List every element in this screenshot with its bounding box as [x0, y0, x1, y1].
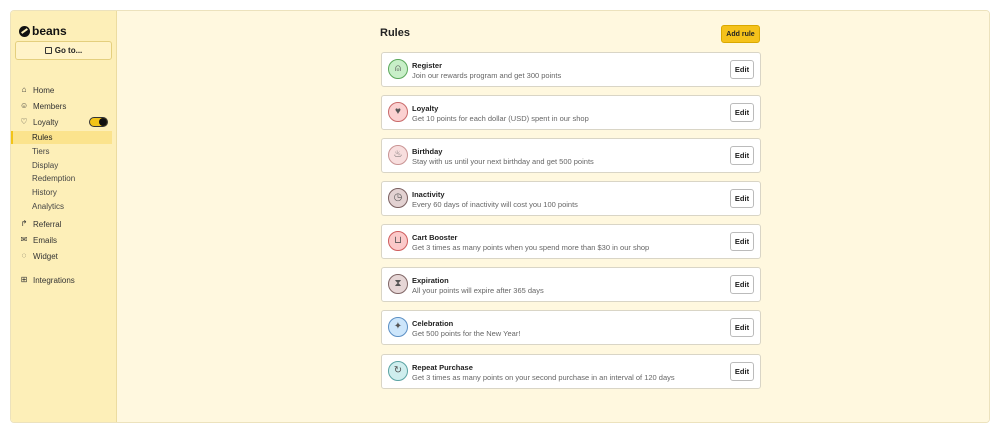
edit-button[interactable]: Edit	[730, 189, 754, 208]
sidebar-item-analytics[interactable]: Analytics	[11, 200, 112, 213]
rule-card-register: ⍝ Register Join our rewards program and …	[381, 52, 761, 87]
add-rule-button[interactable]: Add rule	[721, 25, 760, 43]
sidebar-item-referral[interactable]: ↱ Referral	[11, 217, 116, 231]
edit-button[interactable]: Edit	[730, 60, 754, 79]
window-icon	[44, 47, 52, 54]
person-icon: ⍝	[388, 59, 408, 79]
rule-description: Get 3 times as many points on your secon…	[412, 373, 675, 382]
sidebar-item-display[interactable]: Display	[11, 159, 112, 172]
rule-title: Expiration	[412, 276, 449, 285]
rule-description: Every 60 days of inactivity will cost yo…	[412, 200, 578, 209]
goto-label: Go to...	[54, 46, 83, 55]
heart-icon: ♡	[20, 117, 28, 126]
sidebar-item-tiers[interactable]: Tiers	[11, 145, 112, 158]
brand-name: beans	[32, 24, 67, 38]
rule-card-repeat-purchase: ↻ Repeat Purchase Get 3 times as many po…	[381, 354, 761, 389]
toggle-knob	[99, 118, 107, 126]
edit-button[interactable]: Edit	[730, 103, 754, 122]
edit-button[interactable]: Edit	[730, 362, 754, 381]
repeat-icon: ↻	[388, 361, 408, 381]
brand-logo[interactable]: beans	[19, 24, 67, 38]
rule-title: Inactivity	[412, 190, 445, 199]
rule-card-inactivity: ◷ Inactivity Every 60 days of inactivity…	[381, 181, 761, 216]
rule-description: All your points will expire after 365 da…	[412, 286, 544, 295]
sidebar-item-emails[interactable]: ✉ Emails	[11, 233, 116, 247]
sidebar: beans Go to... ⌂ Home ☺ Members ♡ Loyalt…	[11, 11, 117, 422]
rule-description: Get 500 points for the New Year!	[412, 329, 521, 338]
loyalty-toggle[interactable]	[89, 117, 108, 127]
chat-bubble-icon: ◌	[21, 251, 27, 260]
edit-button[interactable]: Edit	[730, 232, 754, 251]
rule-title: Register	[412, 61, 443, 70]
rule-card-expiration: ⧗ Expiration All your points will expire…	[381, 267, 761, 302]
sidebar-item-rules[interactable]: Rules	[11, 131, 112, 144]
edit-button[interactable]: Edit	[730, 318, 754, 337]
sidebar-item-history[interactable]: History	[11, 186, 112, 199]
rule-card-celebration: ✦ Celebration Get 500 points for the New…	[381, 310, 761, 345]
heart-icon: ♥	[388, 102, 408, 122]
rule-title: Repeat Purchase	[412, 363, 473, 372]
sidebar-item-label: Loyalty	[33, 117, 59, 127]
rule-card-loyalty: ♥ Loyalty Get 10 points for each dollar …	[381, 95, 761, 130]
sidebar-item-label: Home	[33, 85, 55, 95]
user-icon: ☺	[20, 101, 29, 110]
sidebar-item-label: Members	[33, 101, 67, 111]
rule-title: Birthday	[412, 147, 443, 156]
edit-button[interactable]: Edit	[730, 275, 754, 294]
party-popper-icon: ✦	[388, 317, 408, 337]
rule-description: Get 3 times as many points when you spen…	[412, 243, 650, 252]
sidebar-item-redemption[interactable]: Redemption	[11, 172, 112, 185]
hourglass-icon: ⧗	[388, 274, 408, 294]
sidebar-item-label: Integrations	[33, 275, 75, 285]
home-icon: ⌂	[21, 85, 27, 94]
rule-description: Get 10 points for each dollar (USD) spen…	[412, 114, 589, 123]
rule-card-birthday: ♨ Birthday Stay with us until your next …	[381, 138, 761, 173]
rule-title: Cart Booster	[412, 233, 458, 242]
edit-button[interactable]: Edit	[730, 146, 754, 165]
rule-title: Loyalty	[412, 104, 439, 113]
rule-card-cart-booster: ⊔ Cart Booster Get 3 times as many point…	[381, 224, 761, 259]
sidebar-item-label: Emails	[33, 235, 58, 245]
grid-icon: ⊞	[20, 275, 28, 284]
rule-description: Join our rewards program and get 300 poi…	[412, 71, 562, 80]
sidebar-item-label: Widget	[33, 251, 58, 261]
sidebar-item-members[interactable]: ☺ Members	[11, 99, 116, 113]
stopwatch-icon: ◷	[388, 188, 408, 208]
sidebar-item-home[interactable]: ⌂ Home	[11, 83, 116, 97]
goto-button[interactable]: Go to...	[15, 41, 112, 60]
share-arrow-icon: ↱	[20, 219, 28, 228]
cart-icon: ⊔	[388, 231, 408, 251]
page-title: Rules	[380, 27, 410, 39]
cake-icon: ♨	[388, 145, 408, 165]
mail-icon: ✉	[20, 235, 28, 244]
main-content: Rules Add rule ⍝ Register Join our rewar…	[117, 11, 989, 422]
sidebar-item-widget[interactable]: ◌ Widget	[11, 249, 116, 263]
sidebar-item-label: Referral	[33, 219, 62, 229]
sidebar-item-loyalty[interactable]: ♡ Loyalty	[11, 115, 116, 129]
app-frame: beans Go to... ⌂ Home ☺ Members ♡ Loyalt…	[10, 10, 990, 423]
sidebar-item-integrations[interactable]: ⊞ Integrations	[11, 273, 116, 287]
rule-title: Celebration	[412, 319, 454, 328]
beans-logo-icon	[19, 25, 30, 37]
rule-description: Stay with us until your next birthday an…	[412, 157, 594, 166]
